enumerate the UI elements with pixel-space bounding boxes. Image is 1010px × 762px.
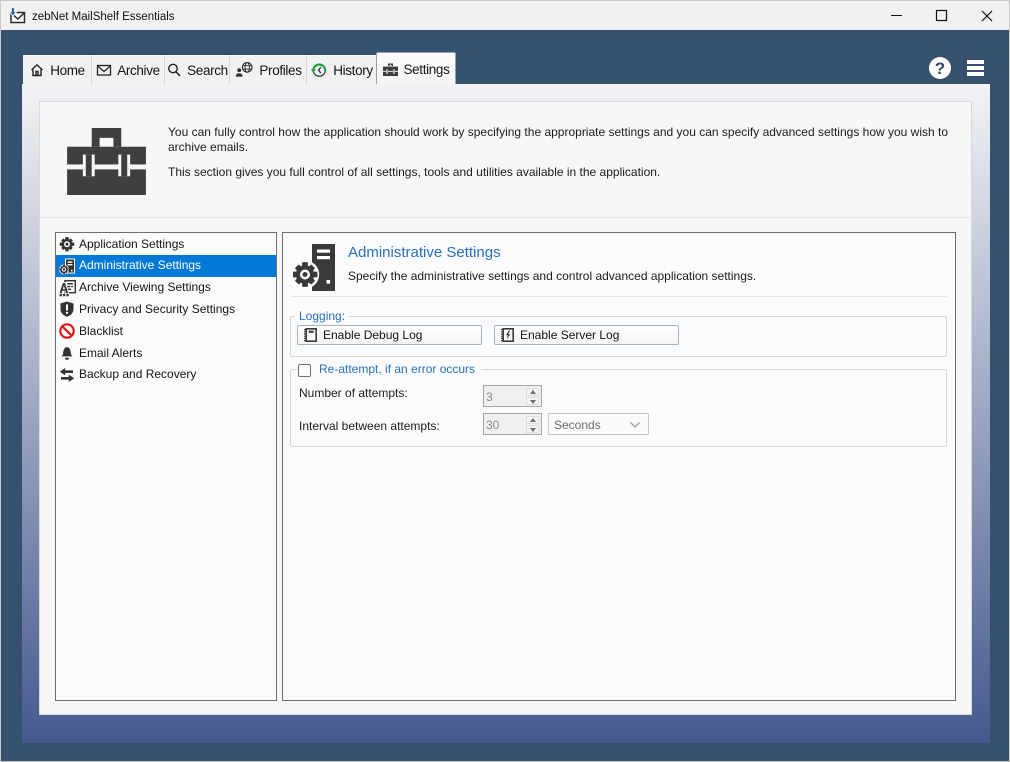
svg-text:?: ? xyxy=(935,59,945,78)
